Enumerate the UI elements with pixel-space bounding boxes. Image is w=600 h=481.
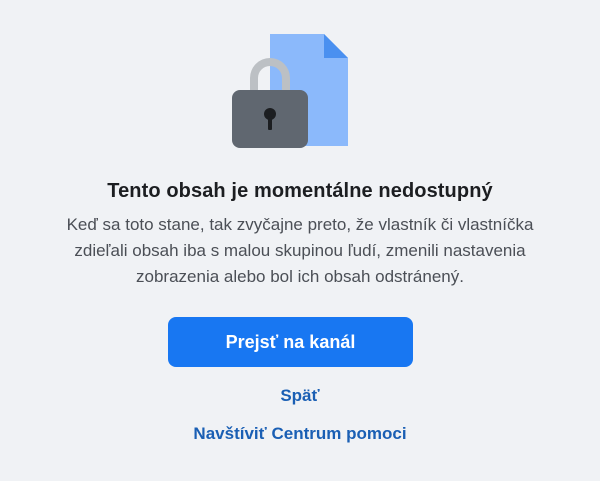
page-title: Tento obsah je momentálne nedostupný (107, 180, 493, 202)
help-center-link[interactable]: Navštíviť Centrum pomoci (0, 424, 600, 444)
keyhole-slot (268, 116, 272, 130)
unavailable-content-page: Tento obsah je momentálne nedostupný Keď… (0, 0, 600, 481)
locked-document-icon (228, 30, 352, 150)
document-fold (324, 34, 348, 58)
locked-document-graphic (232, 34, 348, 148)
go-to-feed-button[interactable]: Prejsť na kanál (168, 317, 413, 367)
back-link[interactable]: Späť (0, 386, 600, 406)
page-description: Keď sa toto stane, tak zvyčajne preto, ž… (66, 215, 534, 286)
